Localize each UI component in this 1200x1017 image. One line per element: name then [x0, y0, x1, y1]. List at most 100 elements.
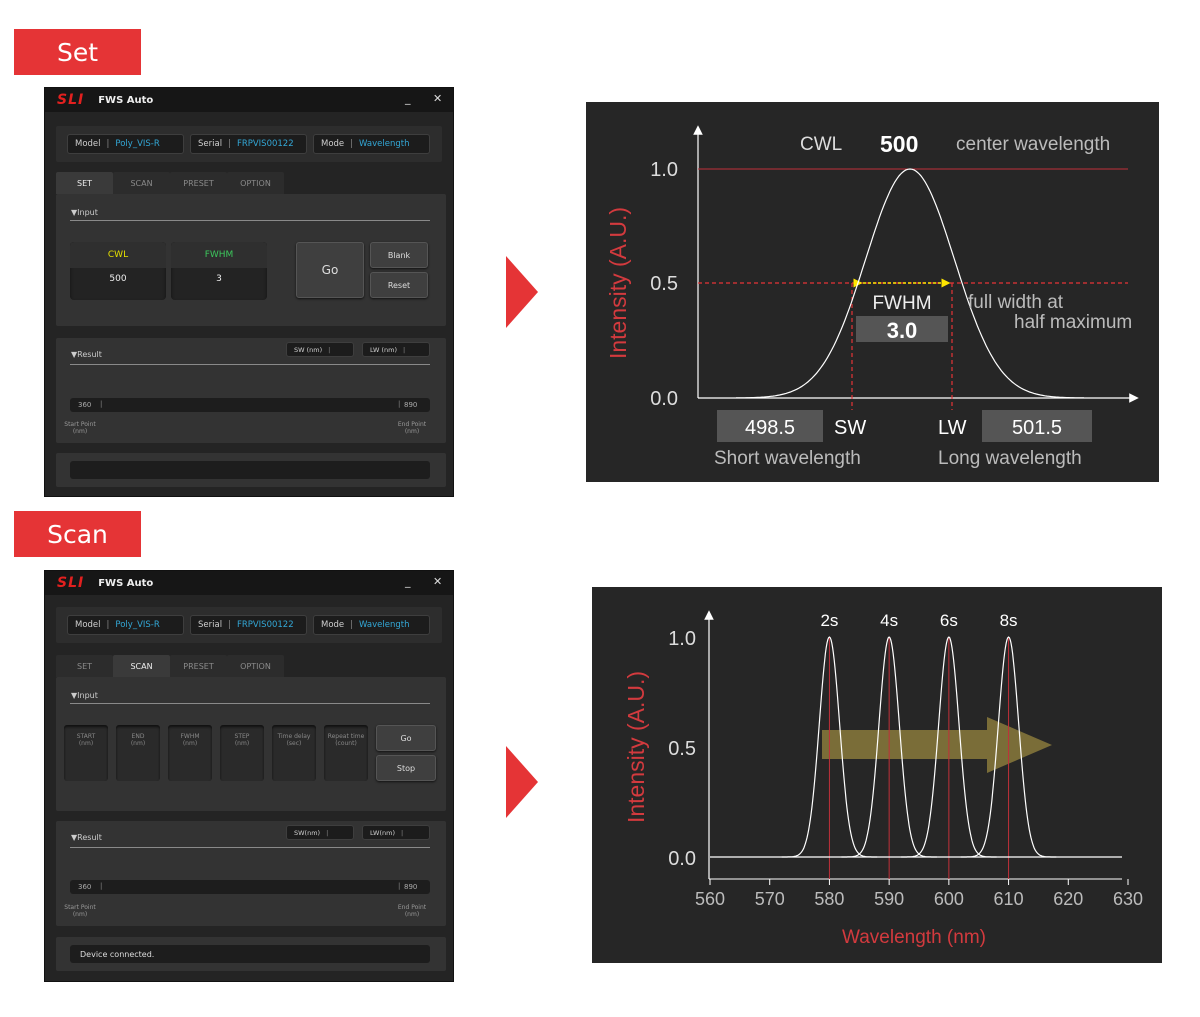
input-section-title: ▼Input: [71, 208, 98, 217]
start-point-label: Start Point (nm): [64, 904, 96, 918]
model-value: Poly_VIS-R: [115, 620, 160, 630]
divider: [70, 847, 430, 848]
y-tick-1: 1.0: [668, 628, 696, 650]
serial-field: Serial | FRPVIS00122: [190, 615, 307, 635]
blank-button[interactable]: Blank: [370, 242, 428, 268]
stop-button[interactable]: Stop: [376, 755, 436, 781]
lw-field: LW (nm) |: [362, 342, 430, 357]
tab-preset[interactable]: PRESET: [170, 172, 227, 194]
scan-param-label-3: FWHM (nm): [180, 733, 200, 747]
y-tick-0: 0.0: [668, 848, 696, 870]
fwhm-description-1: full width at: [968, 292, 1064, 313]
wavelength-range-slider[interactable]: 360 | | 890: [70, 398, 430, 412]
sw-value: 498.5: [745, 417, 795, 439]
lw-label: LW (nm): [370, 345, 398, 354]
x-tick-label-630: 630: [1113, 889, 1143, 909]
input-section-title: ▼Input: [71, 691, 98, 700]
tab-preset[interactable]: PRESET: [170, 655, 227, 677]
x-axis-label: Wavelength (nm): [842, 927, 986, 948]
sli-logo: SLI: [57, 92, 85, 108]
tab-scan[interactable]: SCAN: [113, 655, 170, 677]
y-axis-label: Intensity (A.U.): [605, 207, 631, 359]
series-label-8s: 8s: [1000, 611, 1018, 630]
series-label-2s: 2s: [820, 611, 838, 630]
result-section-title: ▼Result: [71, 833, 102, 842]
scan-param-label-4: STEP (nm): [234, 733, 250, 747]
y-tick-05: 0.5: [650, 273, 678, 295]
tab-option[interactable]: OPTION: [227, 172, 284, 194]
tab-scan[interactable]: SCAN: [113, 172, 170, 194]
start-point-label: Start Point (nm): [64, 421, 96, 435]
tab-set[interactable]: SET: [56, 172, 113, 194]
title-bar: SLI FWS Auto _ ✕: [45, 88, 453, 112]
end-point-label: End Point (nm): [397, 904, 427, 918]
minimize-icon[interactable]: _: [405, 575, 411, 588]
cwl-label: CWL: [70, 242, 166, 268]
scan-param-label-1: START (nm): [76, 733, 96, 747]
model-field: Model | Poly_VIS-R: [67, 615, 184, 635]
serial-value: FRPVIS00122: [236, 139, 294, 149]
fwhm-chart-svg: 1.0 0.5 0.0 Intensity (A.U.) CWL 500 cen…: [605, 125, 1139, 469]
scan-param-label-2: END (nm): [130, 733, 146, 747]
series-names: 2s 4s 6s 8s: [820, 611, 1017, 630]
sw-description: Short wavelength: [714, 448, 861, 469]
series-label-4s: 4s: [880, 611, 898, 630]
x-tick-label-610: 610: [994, 889, 1024, 909]
model-value: Poly_VIS-R: [115, 139, 160, 149]
mode-field: Mode | Wavelength: [313, 134, 430, 154]
end-point-label: End Point (nm): [397, 421, 427, 435]
x-tick-label-590: 590: [874, 889, 904, 909]
scan-chart-svg: 560 570 580 590 600 610 620 630 2s 4s 6s 8s 1.0 0.…: [623, 610, 1143, 948]
app-title: FWS Auto: [98, 577, 154, 589]
cwl-input[interactable]: CWL 500: [70, 242, 166, 300]
lw-value: 501.5: [1012, 417, 1062, 439]
range-start-value: 360: [78, 401, 92, 409]
status-bar: Device connected.: [56, 937, 446, 971]
cwl-value: 500: [109, 274, 127, 284]
input-panel: ▼Input CWL 500 FWHM 3 Go Blank Reset: [56, 194, 446, 326]
divider: [70, 220, 430, 221]
lw-field: LW(nm) |: [362, 825, 430, 840]
go-button[interactable]: Go: [376, 725, 436, 751]
scan-chart: 560 570 580 590 600 610 620 630 2s 4s 6s 8s 1.0 0.…: [592, 587, 1162, 963]
x-ticks: 560 570 580 590 600 610 620 630: [695, 879, 1143, 909]
sw-field: SW(nm) |: [286, 825, 354, 840]
close-icon[interactable]: ✕: [433, 92, 442, 105]
x-tick-label-620: 620: [1053, 889, 1083, 909]
series-label-6s: 6s: [940, 611, 958, 630]
reset-button[interactable]: Reset: [370, 272, 428, 298]
serial-value: FRPVIS00122: [236, 620, 294, 630]
wavelength-range-slider[interactable]: 360 | | 890: [70, 880, 430, 894]
minimize-icon[interactable]: _: [405, 92, 411, 105]
mode-value: Wavelength: [359, 139, 410, 149]
fwhm-label: FWHM: [872, 293, 931, 314]
fwhm-value: 3: [216, 274, 222, 284]
scan-param-label-5: Time delay (sec): [277, 733, 311, 747]
app-title: FWS Auto: [98, 94, 154, 106]
x-tick-label-570: 570: [755, 889, 785, 909]
mode-label: Mode: [321, 620, 345, 630]
fwhm-value: 3.0: [887, 318, 918, 343]
title-bar: SLI FWS Auto _ ✕: [45, 571, 453, 595]
divider: [70, 364, 430, 365]
lw-label: LW: [938, 417, 967, 439]
status-bar: [56, 453, 446, 487]
serial-field: Serial | FRPVIS00122: [190, 134, 307, 154]
tab-option[interactable]: OPTION: [227, 655, 284, 677]
model-label: Model: [75, 620, 101, 630]
fws-scan-window: SLI FWS Auto _ ✕ Model | Poly_VIS-R Serial…: [44, 570, 454, 982]
fwhm-label: FWHM: [171, 242, 267, 268]
device-info-bar: Model | Poly_VIS-R Serial | FRPVIS00122 Mode…: [56, 607, 442, 643]
tab-set[interactable]: SET: [56, 655, 113, 677]
close-icon[interactable]: ✕: [433, 575, 442, 588]
sw-label: SW(nm): [294, 828, 321, 837]
lw-label: LW(nm): [370, 828, 395, 837]
scan-section-label: Scan: [14, 511, 141, 557]
range-end-value: 890: [404, 401, 418, 409]
fws-set-window: SLI FWS Auto _ ✕ Model | Poly_VIS-R Serial…: [44, 87, 454, 497]
fwhm-input[interactable]: FWHM 3: [171, 242, 267, 300]
result-section-title: ▼Result: [71, 350, 102, 359]
mode-label: Mode: [321, 139, 345, 149]
y-tick-0: 0.0: [650, 388, 678, 410]
go-button[interactable]: Go: [296, 242, 364, 298]
